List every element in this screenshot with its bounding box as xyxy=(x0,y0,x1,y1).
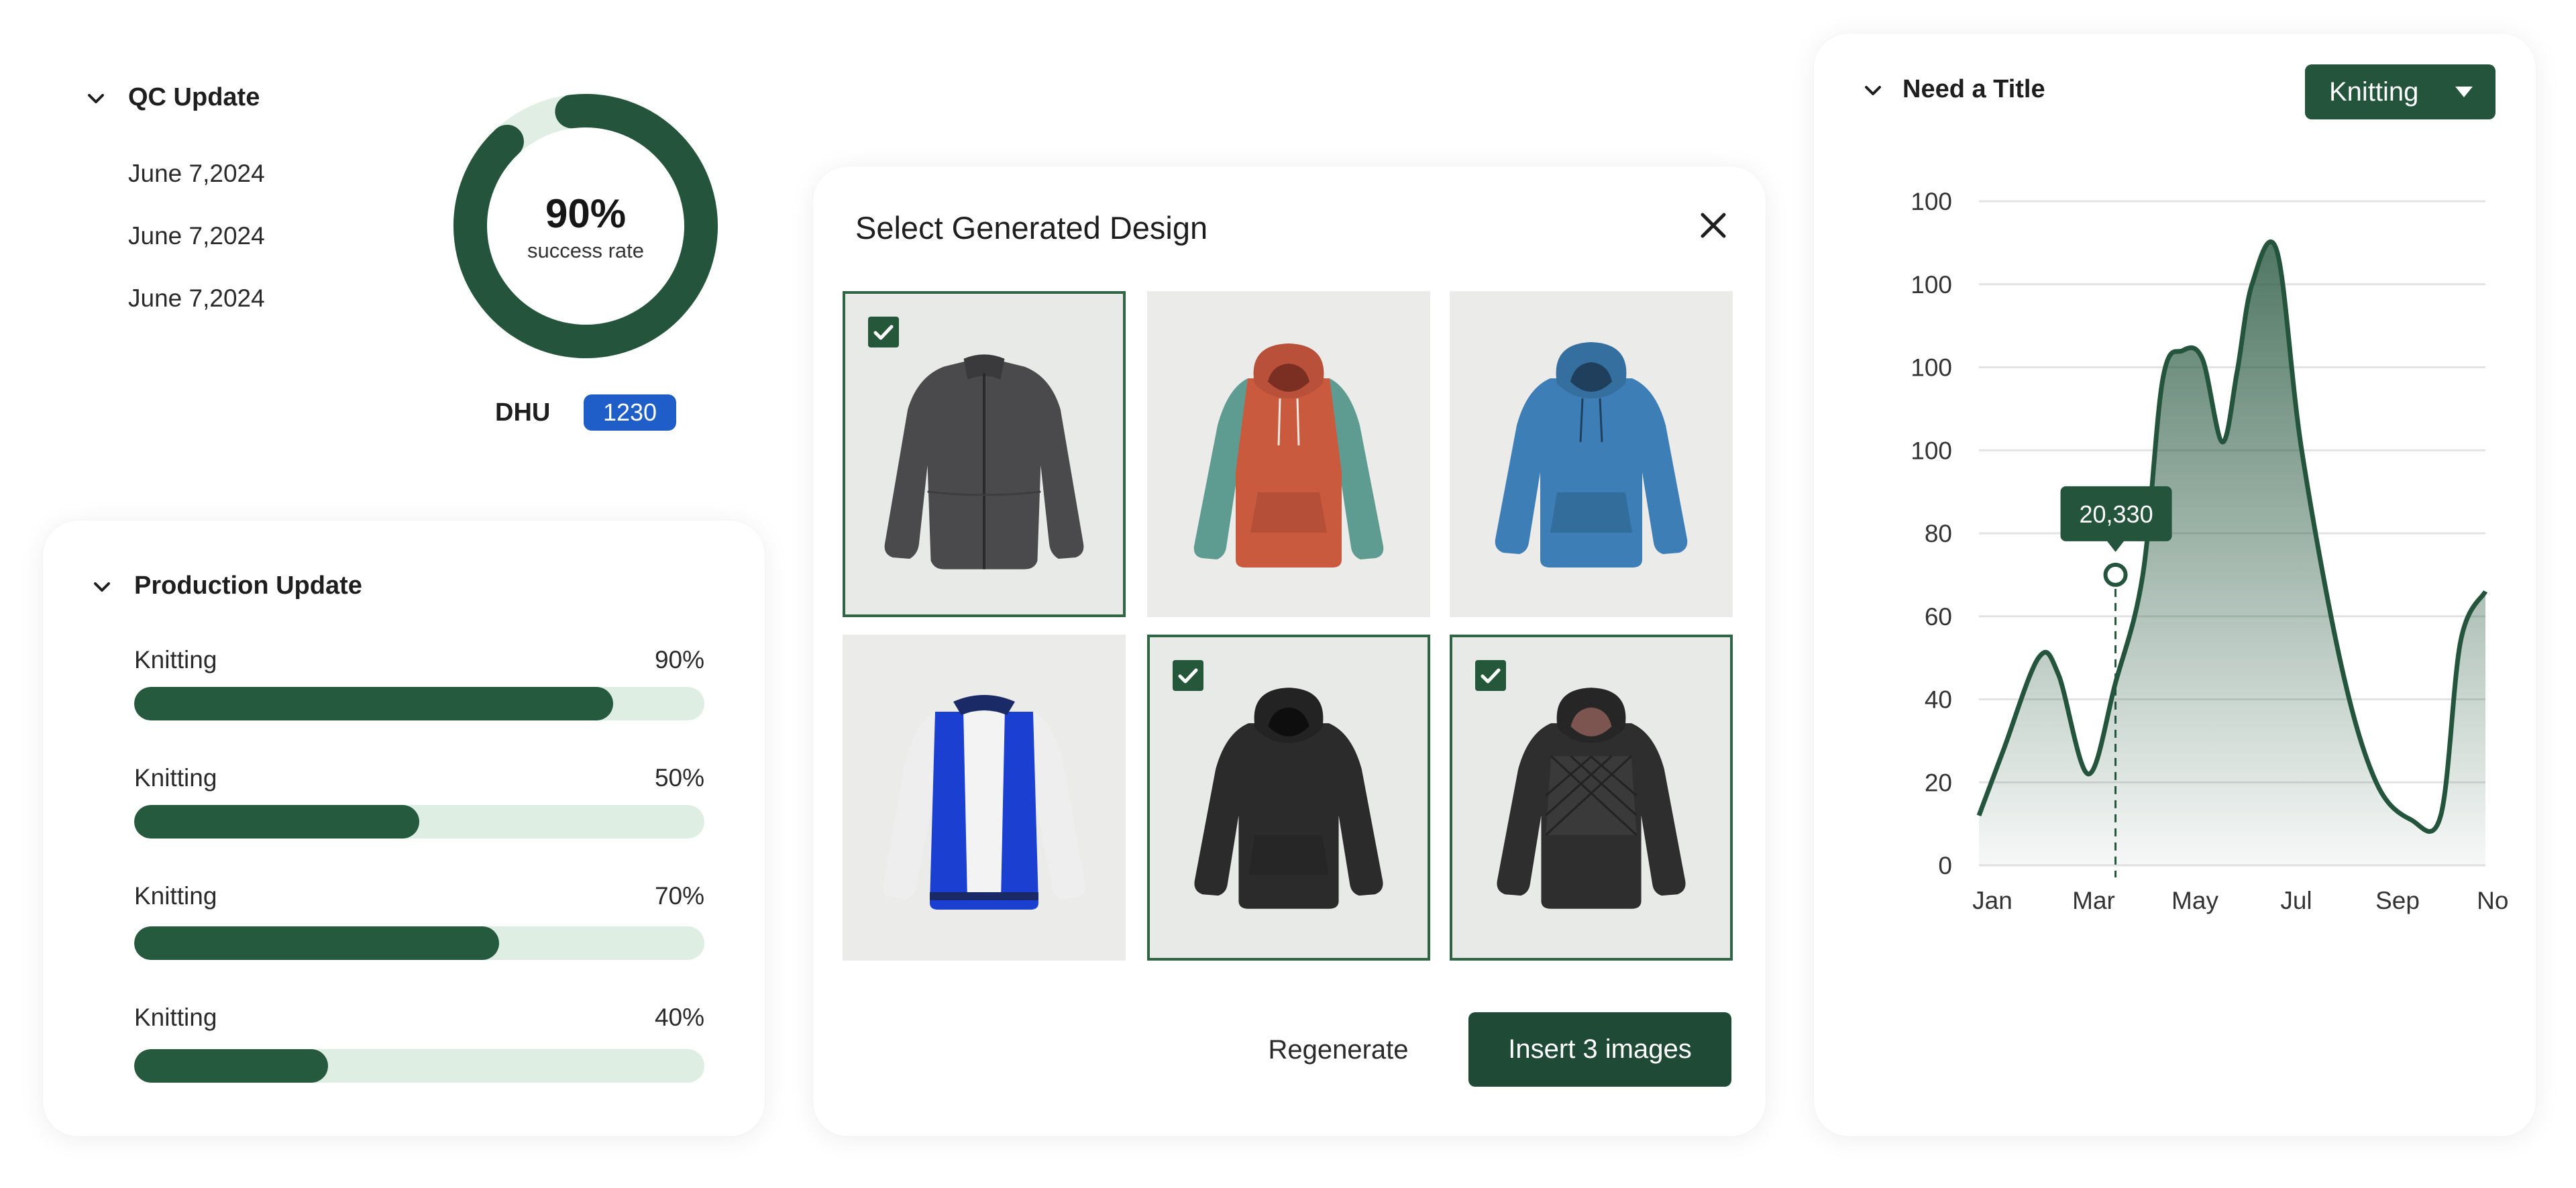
progress-fill xyxy=(134,1049,328,1083)
x-tick-label: Nov xyxy=(2477,887,2509,914)
progress-track xyxy=(134,926,704,960)
dropdown-value: Knitting xyxy=(2329,77,2419,107)
progress-label: Knitting xyxy=(134,882,217,910)
design-tile[interactable] xyxy=(1450,291,1733,617)
x-tick-label: May xyxy=(2171,887,2218,914)
production-update-title: Production Update xyxy=(134,572,362,600)
progress-percent: 70% xyxy=(654,882,704,910)
design-tile[interactable] xyxy=(1147,291,1430,617)
progress-percent: 50% xyxy=(654,764,704,792)
checkbox-icon[interactable] xyxy=(1475,660,1506,691)
regenerate-button[interactable]: Regenerate xyxy=(1248,1013,1429,1087)
y-tick-label: 80 xyxy=(1925,520,1952,547)
tooltip-pointer xyxy=(2106,539,2125,552)
y-tick-label: 40 xyxy=(1925,686,1952,714)
chart-collapse-chevron-icon[interactable] xyxy=(1862,79,1884,102)
y-tick-label: 100 xyxy=(1911,188,1952,215)
production-collapse-chevron-icon[interactable] xyxy=(91,576,113,598)
design-tile[interactable] xyxy=(1450,635,1733,961)
annotation-marker xyxy=(2103,562,2128,587)
blue-varsity-jacket-image xyxy=(882,695,1086,910)
progress-percent: 40% xyxy=(654,1004,704,1031)
progress-fill xyxy=(134,926,499,960)
progress-percent: 90% xyxy=(654,646,704,673)
y-tick-label: 60 xyxy=(1925,603,1952,631)
tooltip-label: 20,330 xyxy=(2079,500,2153,528)
qc-date: June 7,2024 xyxy=(128,222,265,250)
chart-title: Need a Title xyxy=(1902,75,2045,103)
close-icon[interactable] xyxy=(1695,207,1732,244)
blue-hoodie-image xyxy=(1495,342,1688,568)
progress-label: Knitting xyxy=(134,646,217,673)
design-tile[interactable] xyxy=(843,635,1126,961)
y-tick-label: 0 xyxy=(1938,852,1952,879)
progress-track xyxy=(134,687,704,720)
insert-images-button[interactable]: Insert 3 images xyxy=(1468,1012,1731,1087)
dhu-badge: 1230 xyxy=(584,394,676,431)
design-tile[interactable] xyxy=(843,291,1126,617)
progress-label: Knitting xyxy=(134,1004,217,1031)
checkbox-icon[interactable] xyxy=(868,317,899,347)
progress-label: Knitting xyxy=(134,764,217,792)
success-rate-label: success rate xyxy=(527,239,644,262)
checkbox-icon[interactable] xyxy=(1173,660,1203,691)
qc-update-title: QC Update xyxy=(128,83,260,111)
qc-date: June 7,2024 xyxy=(128,284,265,312)
series-area xyxy=(1979,241,2485,866)
qc-date: June 7,2024 xyxy=(128,160,265,187)
success-rate-value: 90% xyxy=(545,191,627,236)
red-teal-hoodie-image xyxy=(1193,343,1384,568)
qc-collapse-chevron-icon[interactable] xyxy=(85,87,107,110)
progress-track xyxy=(134,1049,704,1083)
y-tick-label: 100 xyxy=(1911,271,1952,299)
x-tick-label: Mar xyxy=(2072,887,2115,914)
progress-fill xyxy=(134,805,419,839)
x-tick-label: Jan xyxy=(1972,887,2012,914)
dhu-label: DHU xyxy=(495,398,551,427)
x-tick-label: Sep xyxy=(2375,887,2420,914)
chart-filter-dropdown[interactable]: Knitting xyxy=(2305,64,2496,119)
y-tick-label: 20 xyxy=(1925,769,1952,796)
progress-fill xyxy=(134,687,613,720)
caret-down-icon xyxy=(2455,87,2473,97)
x-tick-label: Jul xyxy=(2280,887,2312,914)
modal-title: Select Generated Design xyxy=(855,210,1208,246)
y-tick-label: 100 xyxy=(1911,437,1952,464)
area-chart: 0 20 40 60 80 100 100 100 100 Jan Mar May Jul Sep Nov… xyxy=(1911,188,2509,914)
y-tick-label: 100 xyxy=(1911,354,1952,382)
design-tile[interactable] xyxy=(1147,635,1430,961)
progress-track xyxy=(134,805,704,839)
